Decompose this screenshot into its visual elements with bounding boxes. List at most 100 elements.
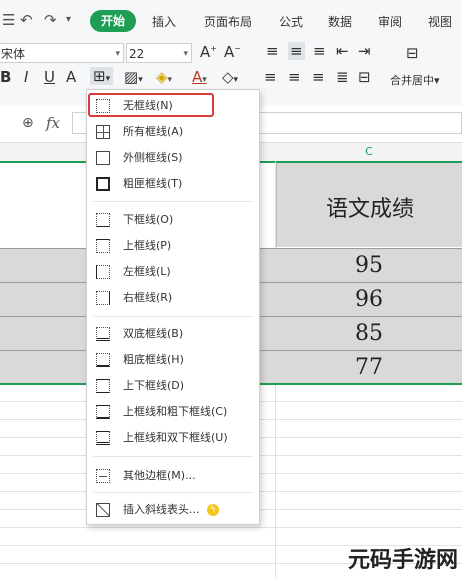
italic-icon[interactable]: I xyxy=(24,68,28,86)
menu-item-more-borders[interactable]: 其他边框(M)... xyxy=(87,464,259,488)
menu-separator xyxy=(93,456,253,457)
header-cell-text: 语文成绩 xyxy=(325,197,414,222)
undo-icon[interactable]: ↶ xyxy=(20,11,33,29)
menu-icon[interactable]: ☰ xyxy=(2,11,15,29)
score-cell: 85 xyxy=(355,321,383,346)
tab-formula[interactable]: 公式 xyxy=(279,13,303,30)
top-thick-bottom-border-icon xyxy=(96,405,110,419)
watermark: 元码手游网 xyxy=(347,548,458,573)
menu-item-top-bottom-border[interactable]: 上下框线(D) xyxy=(87,374,259,398)
menu-item-label: 下框线(O) xyxy=(123,213,174,226)
all-borders-icon xyxy=(96,125,110,139)
justify-icon[interactable]: ≣ xyxy=(336,68,349,86)
more-borders-icon xyxy=(96,469,110,483)
menu-item-top-thick-bottom-border[interactable]: 上框线和粗下框线(C) xyxy=(87,400,259,424)
merge-center-button[interactable]: 合并居中▾ xyxy=(390,72,440,88)
premium-lightning-icon: ϟ xyxy=(207,504,219,516)
top-border-icon xyxy=(96,239,110,253)
menu-separator xyxy=(93,316,253,317)
tab-view[interactable]: 视图 xyxy=(428,13,452,30)
border-dropdown-menu: 无框线(N) 所有框线(A) 外侧框线(S) 粗匣框线(T) 下框线(O) 上框… xyxy=(86,89,260,525)
menu-item-label: 外侧框线(S) xyxy=(123,151,183,164)
font-name-value: 宋体 xyxy=(1,47,26,61)
fill-color-icon[interactable]: ◈▾ xyxy=(156,68,172,86)
right-border-icon xyxy=(96,291,110,305)
strikethrough-icon[interactable]: A xyxy=(66,68,76,86)
menu-item-top-double-bottom-border[interactable]: 上框线和双下框线(U) xyxy=(87,426,259,450)
bold-icon[interactable]: B xyxy=(0,68,11,86)
left-border-icon xyxy=(96,265,110,279)
align-left-icon[interactable]: ≡ xyxy=(264,68,277,86)
menu-separator xyxy=(93,492,253,493)
menu-item-thick-bottom-border[interactable]: 粗底框线(H) xyxy=(87,348,259,372)
highlight-box xyxy=(88,93,214,117)
menu-item-label: 插入斜线表头... xyxy=(123,503,200,516)
menu-item-label: 粗匣框线(T) xyxy=(123,177,183,190)
menu-item-top-border[interactable]: 上框线(P) xyxy=(87,234,259,258)
menu-item-all-borders[interactable]: 所有框线(A) xyxy=(87,120,259,144)
top-double-bottom-border-icon xyxy=(96,431,110,445)
thick-box-border-icon xyxy=(96,177,110,191)
score-cell: 96 xyxy=(355,287,383,312)
chevron-down-icon: ▾ xyxy=(115,49,120,59)
font-size-select[interactable]: 22 ▾ xyxy=(126,43,192,63)
zoom-search-icon[interactable]: ⊕ xyxy=(22,115,34,131)
tab-insert[interactable]: 插入 xyxy=(152,13,176,30)
menu-item-label: 上框线和粗下框线(C) xyxy=(123,405,228,418)
score-cell: 95 xyxy=(355,253,383,278)
menu-item-label: 上框线和双下框线(U) xyxy=(123,431,228,444)
double-bottom-border-icon xyxy=(96,327,110,341)
menu-item-double-bottom-border[interactable]: 双底框线(B) xyxy=(87,322,259,346)
grid-row-line xyxy=(0,527,462,528)
menu-item-label: 左框线(L) xyxy=(123,265,171,278)
menu-item-thick-box-border[interactable]: 粗匣框线(T) xyxy=(87,172,259,196)
distributed-align-icon[interactable]: ⊟ xyxy=(358,68,371,86)
chevron-down-icon: ▾ xyxy=(434,74,440,87)
menu-item-label: 上下框线(D) xyxy=(123,379,185,392)
redo-icon[interactable]: ↷ xyxy=(44,11,57,29)
menu-item-label: 双底框线(B) xyxy=(123,327,184,340)
column-c-header[interactable]: C xyxy=(276,143,462,161)
underline-icon[interactable]: U xyxy=(44,68,55,86)
menu-item-label: 右框线(R) xyxy=(123,291,173,304)
menu-item-label: 粗底框线(H) xyxy=(123,353,184,366)
font-color-icon[interactable]: A▾ xyxy=(192,68,207,86)
fx-icon[interactable]: fx xyxy=(46,114,60,132)
menu-item-right-border[interactable]: 右框线(R) xyxy=(87,286,259,310)
outside-borders-icon xyxy=(96,151,110,165)
tab-data[interactable]: 数据 xyxy=(328,13,352,30)
menu-item-outside-borders[interactable]: 外侧框线(S) xyxy=(87,146,259,170)
tab-page-layout[interactable]: 页面布局 xyxy=(204,13,252,30)
align-middle-icon[interactable]: ≡ xyxy=(288,42,305,60)
indent-increase-icon[interactable]: ⇥ xyxy=(358,42,371,60)
menu-separator xyxy=(93,201,253,202)
menu-item-left-border[interactable]: 左框线(L) xyxy=(87,260,259,284)
font-size-value: 22 xyxy=(129,47,145,61)
thick-bottom-border-icon xyxy=(96,353,110,367)
merge-cells-icon[interactable]: ⊟ xyxy=(406,44,419,62)
clear-format-icon[interactable]: ◇▾ xyxy=(222,68,238,86)
align-center-icon[interactable]: ≡ xyxy=(288,68,301,86)
font-name-select[interactable]: 宋体 ▾ xyxy=(0,43,124,63)
menu-item-bottom-border[interactable]: 下框线(O) xyxy=(87,208,259,232)
header-cell[interactable]: 语文成绩 xyxy=(276,163,462,247)
chevron-down-icon: ▾ xyxy=(183,49,188,59)
menu-item-diagonal-header[interactable]: 插入斜线表头... ϟ xyxy=(87,498,259,522)
increase-font-icon[interactable]: A+ xyxy=(200,43,217,61)
decrease-font-icon[interactable]: A− xyxy=(224,43,241,61)
ribbon-tab-bar: ☰ ↶ ↷ ▾ 开始 插入 页面布局 公式 数据 审阅 视图 xyxy=(0,0,462,41)
align-bottom-icon[interactable]: ≡ xyxy=(313,42,326,60)
align-top-icon[interactable]: ≡ xyxy=(266,42,279,60)
top-bottom-border-icon xyxy=(96,379,110,393)
menu-item-label: 其他边框(M)... xyxy=(123,469,196,482)
border-icon[interactable]: ⊞▾ xyxy=(90,67,114,85)
tab-start[interactable]: 开始 xyxy=(90,10,136,32)
align-right-icon[interactable]: ≡ xyxy=(312,68,325,86)
cell-style-icon[interactable]: ▨▾ xyxy=(124,68,143,86)
indent-decrease-icon[interactable]: ⇤ xyxy=(336,42,349,60)
diagonal-header-icon xyxy=(96,503,110,517)
score-cell: 77 xyxy=(355,355,383,380)
customize-dropdown-icon[interactable]: ▾ xyxy=(66,14,71,25)
merge-center-label: 合并居中 xyxy=(390,74,434,87)
tab-review[interactable]: 审阅 xyxy=(378,13,402,30)
